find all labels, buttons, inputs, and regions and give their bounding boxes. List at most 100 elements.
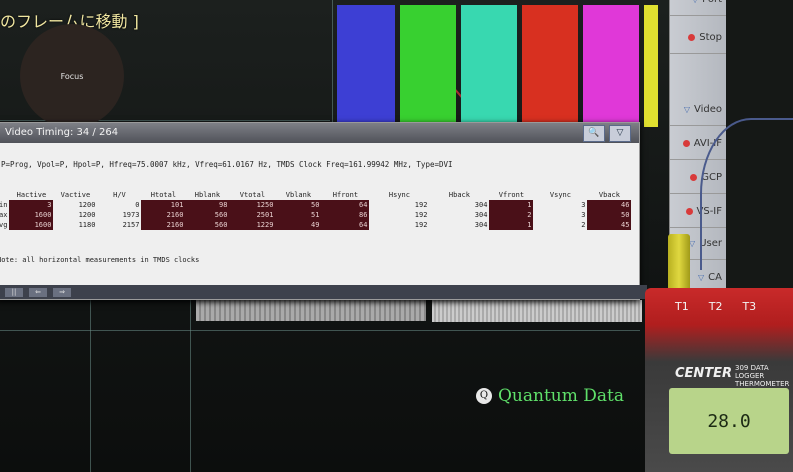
row-label-header (0, 190, 9, 200)
table-cell: 45 (587, 220, 632, 230)
burst-pattern-fine (432, 300, 642, 322)
color-bar (583, 5, 639, 127)
column-header: Hsync (388, 191, 410, 199)
table-cell: 192 (414, 221, 428, 229)
column-header: Vsync (549, 191, 571, 199)
probe-connector (668, 234, 690, 294)
menu-button[interactable]: ▽ (609, 125, 631, 142)
table-cell: 1600 (9, 220, 54, 230)
probe-wire (700, 118, 793, 270)
table-cell: 1 (489, 200, 534, 210)
table-cell: 50 (275, 200, 322, 210)
table-cell: 51 (275, 210, 322, 220)
table-cell: 192 (414, 211, 428, 219)
meter-model: 309 DATA LOGGER THERMOMETER (735, 364, 790, 388)
column-header: Hfront (332, 191, 359, 199)
red-dot-icon (690, 174, 698, 181)
table-row: ax 1600 1200 1973 2160 560 2501 51 86 192 304 2 3 50 (0, 210, 632, 220)
table-cell: 560 (185, 210, 230, 220)
side-button-label: CA (708, 272, 722, 283)
quantum-logo-icon: Q (476, 388, 492, 404)
table-cell: 560 (185, 220, 230, 230)
focus-label: Focus (60, 71, 84, 81)
triangle-down-icon: ▽ (698, 273, 705, 282)
chevron-down-icon: ▽ (616, 128, 624, 138)
column-header: Vtotal (239, 191, 266, 199)
table-cell: 0 (135, 201, 140, 209)
red-dot-icon (685, 208, 693, 215)
table-cell: 46 (587, 200, 632, 210)
side-button-label: Video (693, 104, 722, 115)
grid-line (90, 300, 91, 472)
table-cell: 1229 (229, 220, 276, 230)
side-button-label: Stop (699, 32, 722, 43)
table-cell: 64 (321, 220, 370, 230)
column-header: Vfront (498, 191, 525, 199)
row-label: in (0, 201, 8, 209)
red-dot-icon (688, 34, 696, 41)
column-header: Vback (598, 191, 620, 199)
side-button-label: Port (702, 0, 722, 5)
table-cell: 1180 (78, 221, 96, 229)
toolbar-button[interactable]: ⇐ (29, 287, 47, 297)
table-cell: 2501 (229, 210, 276, 220)
column-header: Hback (448, 191, 470, 199)
dialog-note: Note: all horizontal measurements in TMD… (0, 256, 200, 264)
triangle-down-icon: ▽ (692, 0, 698, 4)
toolbar-button[interactable]: ⇒ (53, 287, 71, 297)
meter-display: 28.0 (669, 388, 789, 454)
dialog-title: Video Timing: 34 / 264 (5, 127, 119, 138)
table-cell: 2157 (122, 221, 140, 229)
burst-pattern (196, 299, 426, 321)
color-bar (461, 5, 517, 127)
dialog-titlebar[interactable]: Video Timing: 34 / 264 🔍 ▽ (0, 123, 639, 143)
table-cell: 64 (321, 200, 370, 210)
table-cell: 2 (581, 221, 586, 229)
table-cell: 1 (489, 220, 534, 230)
channel-label: T2 (708, 300, 723, 313)
table-cell: 1250 (229, 200, 276, 210)
column-header: Htotal (150, 191, 177, 199)
zoom-button[interactable]: 🔍 (583, 125, 605, 142)
table-cell: 1200 (78, 201, 96, 209)
timing-table: Hactive Vactive H/V Htotal Hblank Vtotal Vblan… (0, 190, 632, 230)
side-button-port[interactable]: ▽ Port (670, 0, 726, 16)
table-cell: 2160 (141, 210, 186, 220)
video-timing-dialog: Video Timing: 34 / 264 🔍 ▽ P=Prog, Vpol=… (0, 122, 647, 300)
red-dot-icon (682, 140, 690, 147)
column-header: Hblank (194, 191, 221, 199)
monitor-screen: のフレームに移動 ] Focus Video Timing: 34 / 264 … (0, 0, 670, 472)
thermometer: T1 T2 T3 CENTER 309 DATA LOGGER THERMOMETE… (645, 288, 793, 472)
table-cell: 1200 (78, 211, 96, 219)
color-bar (644, 5, 658, 127)
table-cell: 3 (9, 200, 54, 210)
quantum-data-brand: Q Quantum Data (476, 386, 624, 406)
side-button-video[interactable]: ▽ Video (670, 94, 726, 126)
row-label: ax (0, 211, 8, 219)
table-cell: 304 (474, 211, 488, 219)
channel-label: T3 (742, 300, 757, 313)
color-bar (337, 5, 395, 127)
table-cell: 2 (489, 210, 534, 220)
row-label: vg (0, 221, 8, 229)
table-cell: 3 (581, 201, 586, 209)
table-row: in 3 1200 0 101 98 1250 50 64 192 304 1 3 46 (0, 200, 632, 210)
color-bar (400, 5, 456, 127)
timing-info: P=Prog, Vpol=P, Hpol=P, Hfreq=75.0007 kH… (1, 160, 453, 169)
table-cell: 1600 (9, 210, 54, 220)
triangle-down-icon: ▽ (683, 105, 690, 114)
channel-label: T1 (675, 300, 689, 313)
side-button-stop[interactable]: Stop (670, 22, 726, 54)
table-cell: 192 (414, 201, 428, 209)
table-cell: 50 (587, 210, 632, 220)
table-cell: 101 (141, 200, 186, 210)
table-cell: 304 (474, 221, 488, 229)
column-header: Hactive (16, 191, 47, 199)
table-cell: 98 (185, 200, 230, 210)
table-row: vg 1600 1180 2157 2160 560 1229 49 64 192 304 1 2 45 (0, 220, 632, 230)
table-cell: 304 (474, 201, 488, 209)
magnifier-icon: 🔍 (588, 128, 600, 138)
toolbar-button[interactable]: || (5, 287, 23, 297)
column-header: Vactive (60, 191, 91, 199)
table-cell: 3 (581, 211, 586, 219)
